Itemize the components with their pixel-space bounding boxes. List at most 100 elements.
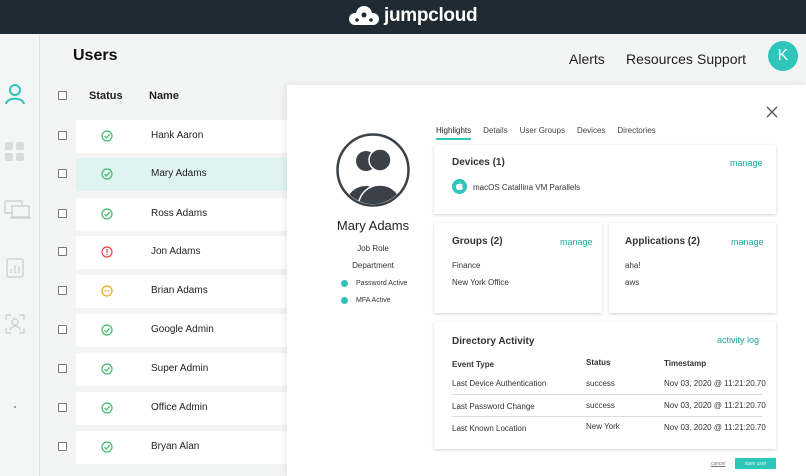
activity-log-link[interactable]: activity log: [717, 335, 759, 345]
activity-title: Directory Activity: [452, 336, 535, 347]
account-avatar[interactable]: K: [768, 41, 798, 71]
tab-directories[interactable]: Directories: [617, 126, 655, 140]
jumpcloud-logo[interactable]: jumpcloud: [348, 4, 478, 28]
user-name: Google Admin: [151, 324, 214, 335]
tab-details[interactable]: Details: [483, 126, 507, 140]
table-row[interactable]: Jon Adams: [76, 236, 321, 269]
applications-title: Applications (2): [625, 236, 701, 247]
activity-header-event-type: Event Type: [452, 360, 495, 369]
activity-timestamp: Nov 03, 2020 @ 11:21:20.70: [664, 401, 766, 410]
activity-header-timestamp: Timestamp: [664, 359, 707, 368]
check-circle-icon: [101, 208, 113, 220]
page-title: Users: [73, 47, 118, 64]
row-checkbox[interactable]: [58, 286, 67, 295]
user-name: Office Admin: [151, 402, 208, 413]
row-checkbox[interactable]: [58, 325, 67, 334]
group-item[interactable]: New York Office: [452, 278, 509, 287]
devices-icon[interactable]: [3, 198, 33, 222]
nav-support[interactable]: Support: [697, 51, 746, 67]
check-circle-icon: [101, 441, 113, 453]
mfa-active-flag: MFA Active: [341, 297, 391, 304]
activity-row-divider: [452, 394, 762, 395]
pending-circle-icon: [101, 285, 113, 297]
applications-card: Applications (2) manage aha! aws: [609, 223, 776, 313]
status-dot-icon: [341, 297, 348, 304]
password-active-flag: Password Active: [341, 280, 407, 287]
check-circle-icon: [101, 402, 113, 414]
check-circle-icon: [101, 168, 113, 180]
table-row[interactable]: Brian Adams: [76, 275, 321, 308]
select-all-checkbox[interactable]: [58, 91, 67, 100]
nav-resources[interactable]: Resources: [626, 51, 693, 67]
row-checkbox[interactable]: [58, 131, 67, 140]
directory-activity-card: Directory Activity activity log Event Ty…: [434, 322, 776, 449]
table-row[interactable]: Hank Aaron: [76, 120, 321, 153]
devices-card: Devices (1) manage macOS Catallina VM Pa…: [434, 145, 776, 214]
cloud-logo-icon: [349, 6, 379, 25]
tab-user-groups[interactable]: User Groups: [520, 126, 565, 140]
activity-timestamp: Nov 03, 2020 @ 11:21:20.70: [664, 423, 766, 432]
flag-label: MFA Active: [356, 297, 391, 304]
row-checkbox[interactable]: [58, 442, 67, 451]
application-item[interactable]: aha!: [625, 261, 641, 270]
user-icon[interactable]: [3, 82, 27, 106]
left-nav-rail: [0, 34, 40, 476]
check-circle-icon: [101, 324, 113, 336]
group-item[interactable]: Finance: [452, 261, 480, 270]
logo-text: jumpcloud: [384, 5, 478, 26]
close-icon[interactable]: [765, 105, 779, 119]
flag-label: Password Active: [356, 280, 408, 287]
row-checkbox[interactable]: [58, 364, 67, 373]
user-group-avatar-icon: [336, 133, 410, 207]
apple-icon: [452, 179, 467, 194]
row-checkbox[interactable]: [58, 169, 67, 178]
status-dot-icon: [341, 280, 348, 287]
column-header-status[interactable]: Status: [89, 90, 123, 102]
groups-manage-link[interactable]: manage: [560, 237, 593, 247]
user-name: Mary Adams: [151, 168, 207, 179]
user-name: Brian Adams: [151, 285, 208, 296]
activity-event: Last Device Authentication: [452, 379, 547, 388]
activity-status: success: [586, 401, 615, 410]
table-row[interactable]: Ross Adams: [76, 198, 321, 231]
application-item[interactable]: aws: [625, 278, 639, 287]
save-user-button[interactable]: save user: [735, 458, 776, 469]
tab-devices[interactable]: Devices: [577, 126, 605, 140]
activity-event: Last Known Location: [452, 424, 527, 433]
applications-manage-link[interactable]: manage: [731, 237, 764, 247]
tab-highlights[interactable]: Highlights: [436, 126, 472, 140]
user-name: Jon Adams: [151, 246, 201, 257]
nav-alerts[interactable]: Alerts: [569, 51, 605, 67]
id-scan-icon[interactable]: [3, 312, 27, 336]
groups-title: Groups (2): [452, 236, 503, 247]
table-row[interactable]: Office Admin: [76, 392, 321, 425]
column-header-name[interactable]: Name: [149, 90, 179, 102]
table-row[interactable]: Super Admin: [76, 353, 321, 386]
grid-icon[interactable]: [3, 140, 27, 164]
activity-header-status: Status: [586, 358, 611, 367]
row-checkbox[interactable]: [58, 247, 67, 256]
user-name: Ross Adams: [151, 208, 208, 219]
detail-tabs: Highlights Details User Groups Devices D…: [436, 126, 668, 140]
activity-timestamp: Nov 03, 2020 @ 11:21:20.70: [664, 379, 766, 388]
devices-title: Devices (1): [452, 157, 505, 168]
activity-status: New York: [586, 422, 620, 431]
activity-event: Last Password Change: [452, 402, 535, 411]
activity-row-divider: [452, 416, 762, 417]
cancel-button[interactable]: cancel: [711, 461, 725, 467]
table-row-selected[interactable]: Mary Adams: [76, 158, 321, 191]
check-circle-icon: [101, 130, 113, 142]
table-row[interactable]: Google Admin: [76, 314, 321, 347]
devices-manage-link[interactable]: manage: [730, 158, 763, 168]
check-circle-icon: [101, 363, 113, 375]
row-checkbox[interactable]: [58, 209, 67, 218]
row-checkbox[interactable]: [58, 403, 67, 412]
alert-circle-icon: [101, 246, 113, 258]
table-row[interactable]: Bryan Alan: [76, 431, 321, 464]
device-item[interactable]: macOS Catallina VM Parallels: [473, 183, 580, 192]
user-name: Super Admin: [151, 363, 209, 374]
dot-icon: [13, 396, 17, 408]
groups-card: Groups (2) manage Finance New York Offic…: [434, 223, 602, 313]
reports-icon[interactable]: [3, 256, 27, 280]
user-detail-panel: Mary Adams Job Role Department Password …: [287, 85, 806, 476]
